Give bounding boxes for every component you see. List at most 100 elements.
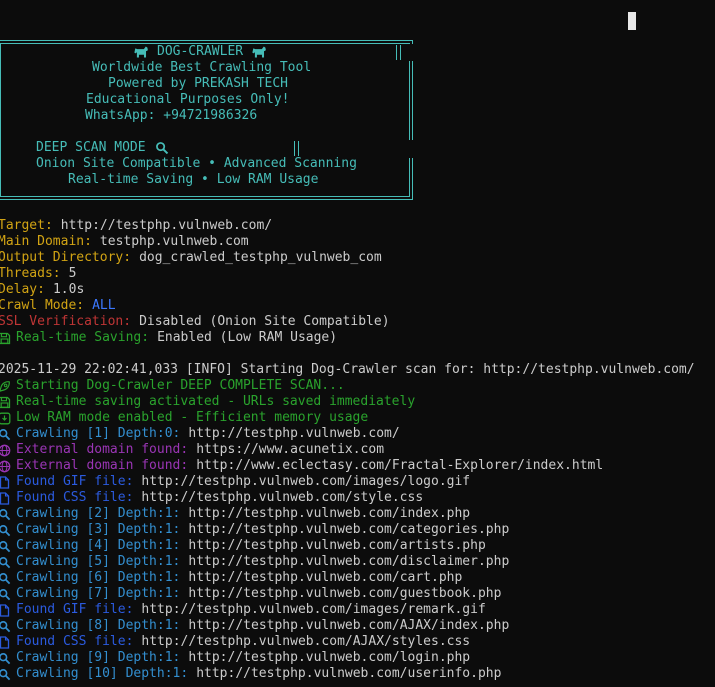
- log-line: 2025-11-29 22:02:41,033 [INFO] Starting …: [0, 362, 695, 377]
- log-row-crawl: Crawling [5] Depth:1: http://testphp.vul…: [0, 554, 715, 570]
- banner-tagline-3: Educational Purposes Only!: [86, 92, 290, 107]
- banner-title: DOG-CRAWLER: [157, 44, 244, 59]
- log-row-crawl: Crawling [1] Depth:0: http://testphp.vul…: [0, 426, 715, 442]
- log-row-found-file: Found CSS file: http://testphp.vulnweb.c…: [0, 490, 715, 506]
- config-label: SSL Verification:: [0, 314, 132, 329]
- log-label: Crawling [9] Depth:1:: [16, 650, 181, 665]
- file-icon: [0, 492, 11, 505]
- log-row-crawl: Crawling [4] Depth:1: http://testphp.vul…: [0, 538, 715, 554]
- magnifier-icon: [0, 668, 11, 681]
- terminal-screen[interactable]: { "colors":{ "bg":"#0c0c0c","fg":"#ccccc…: [0, 0, 715, 687]
- file-icon: [0, 636, 11, 649]
- log-line: Real-time saving activated - URLs saved …: [16, 394, 416, 409]
- magnifier-icon: [0, 556, 11, 569]
- config-label: Crawl Mode:: [0, 298, 85, 313]
- log-url: http://testphp.vulnweb.com/AJAX/styles.c…: [141, 634, 471, 649]
- dog-icon: [251, 45, 267, 59]
- log-url: http://www.eclectasy.com/Fractal-Explore…: [196, 458, 604, 473]
- globe-icon: [0, 444, 11, 457]
- border-gap: [404, 140, 414, 158]
- log-label: External domain found:: [16, 442, 189, 457]
- log-row-crawl: Crawling [7] Depth:1: http://testphp.vul…: [0, 586, 715, 602]
- log-row-crawl: Crawling [8] Depth:1: http://testphp.vul…: [0, 618, 715, 634]
- rocket-icon: [0, 380, 11, 393]
- log-url: http://testphp.vulnweb.com/login.php: [188, 650, 471, 665]
- log-label: Found CSS file:: [16, 634, 134, 649]
- banner-feature-1: Onion Site Compatible • Advanced Scannin…: [36, 156, 357, 171]
- log-row-crawl: Crawling [6] Depth:1: http://testphp.vul…: [0, 570, 715, 586]
- log-row-found-file: Found GIF file: http://testphp.vulnweb.c…: [0, 474, 715, 490]
- log-row-external: External domain found: https://www.acune…: [0, 442, 715, 458]
- ram-icon: [0, 412, 11, 425]
- config-value: Disabled (Onion Site Compatible): [139, 314, 390, 329]
- magnifier-icon: [0, 524, 11, 537]
- globe-icon: [0, 460, 11, 473]
- border-gap: [404, 44, 414, 61]
- log-label: Crawling [1] Depth:0:: [16, 426, 181, 441]
- log-label: Crawling [4] Depth:1:: [16, 538, 181, 553]
- config-label: Real-time Saving:: [16, 330, 150, 345]
- log-url: http://testphp.vulnweb.com/userinfo.php: [196, 666, 502, 681]
- config-row-delay: Delay: 1.0s: [0, 282, 715, 298]
- log-row-found-file: Found GIF file: http://testphp.vulnweb.c…: [0, 602, 715, 618]
- banner-tagline-4: WhatsApp: +94721986326: [85, 108, 258, 123]
- log-url: http://testphp.vulnweb.com/disclaimer.ph…: [188, 554, 510, 569]
- stray-border-bar: [294, 141, 299, 156]
- config-row-main-domain: Main Domain: testphp.vulnweb.com: [0, 234, 715, 250]
- config-label: Delay:: [0, 282, 45, 297]
- config-value: 1.0s: [52, 282, 85, 297]
- log-url: http://testphp.vulnweb.com/images/logo.g…: [141, 474, 471, 489]
- magnifier-icon: [0, 620, 11, 633]
- banner-title-row: DOG-CRAWLER: [133, 44, 267, 60]
- magnifier-icon: [0, 540, 11, 553]
- log-url: http://testphp.vulnweb.com/categories.ph…: [188, 522, 510, 537]
- log-row-found-file: Found CSS file: http://testphp.vulnweb.c…: [0, 634, 715, 650]
- floppy-icon: [0, 332, 11, 345]
- file-icon: [0, 476, 11, 489]
- config-value: ALL: [92, 298, 116, 313]
- log-row-crawl: Crawling [10] Depth:1: http://testphp.vu…: [0, 666, 715, 682]
- config-row-target: Target: http://testphp.vulnweb.com/: [0, 218, 715, 234]
- log-url: http://testphp.vulnweb.com/: [188, 426, 400, 441]
- log-url: https://www.acunetix.com: [196, 442, 385, 457]
- config-value: Enabled (Low RAM Usage): [157, 330, 338, 345]
- config-row-realtime-saving: Real-time Saving: Enabled (Low RAM Usage…: [0, 330, 715, 346]
- deep-scan-heading: DEEP SCAN MODE: [36, 140, 146, 155]
- config-value: http://testphp.vulnweb.com/: [60, 218, 273, 233]
- log-row-start: Starting Dog-Crawler DEEP COMPLETE SCAN.…: [0, 378, 715, 394]
- banner-tagline-1: Worldwide Best Crawling Tool: [92, 60, 312, 75]
- log-line: Low RAM mode enabled - Efficient memory …: [16, 410, 369, 425]
- log-label: External domain found:: [16, 458, 189, 473]
- magnifier-icon: [154, 141, 170, 155]
- log-row-info: 2025-11-29 22:02:41,033 [INFO] Starting …: [0, 362, 715, 378]
- config-section: Target: http://testphp.vulnweb.com/ Main…: [0, 218, 715, 346]
- floppy-icon: [0, 396, 11, 409]
- config-label: Output Directory:: [0, 250, 132, 265]
- config-value: dog_crawled_testphp_vulnweb_com: [139, 250, 382, 265]
- banner-feature-2: Real-time Saving • Low RAM Usage: [68, 172, 319, 187]
- log-label: Crawling [3] Depth:1:: [16, 522, 181, 537]
- log-row-crawl: Crawling [9] Depth:1: http://testphp.vul…: [0, 650, 715, 666]
- config-label: Threads:: [0, 266, 61, 281]
- log-label: Crawling [7] Depth:1:: [16, 586, 181, 601]
- log-url: http://testphp.vulnweb.com/artists.php: [188, 538, 486, 553]
- magnifier-icon: [0, 508, 11, 521]
- log-label: Crawling [5] Depth:1:: [16, 554, 181, 569]
- deep-scan-heading-row: DEEP SCAN MODE: [36, 140, 170, 156]
- log-label: Crawling [6] Depth:1:: [16, 570, 181, 585]
- log-row-lowram: Low RAM mode enabled - Efficient memory …: [0, 410, 715, 426]
- log-url: http://testphp.vulnweb.com/index.php: [188, 506, 471, 521]
- config-row-crawl-mode: Crawl Mode: ALL: [0, 298, 715, 314]
- log-label: Found GIF file:: [16, 602, 134, 617]
- log-url: http://testphp.vulnweb.com/guestbook.php: [188, 586, 502, 601]
- config-value: testphp.vulnweb.com: [99, 234, 249, 249]
- log-url: http://testphp.vulnweb.com/style.css: [141, 490, 424, 505]
- config-row-threads: Threads: 5: [0, 266, 715, 282]
- log-section: 2025-11-29 22:02:41,033 [INFO] Starting …: [0, 362, 715, 682]
- log-url: http://testphp.vulnweb.com/cart.php: [188, 570, 463, 585]
- log-row-external: External domain found: http://www.eclect…: [0, 458, 715, 474]
- log-label: Crawling [10] Depth:1:: [16, 666, 189, 681]
- banner-tagline-2: Powered by PREKASH TECH: [108, 76, 289, 91]
- config-value: 5: [68, 266, 77, 281]
- config-label: Target:: [0, 218, 53, 233]
